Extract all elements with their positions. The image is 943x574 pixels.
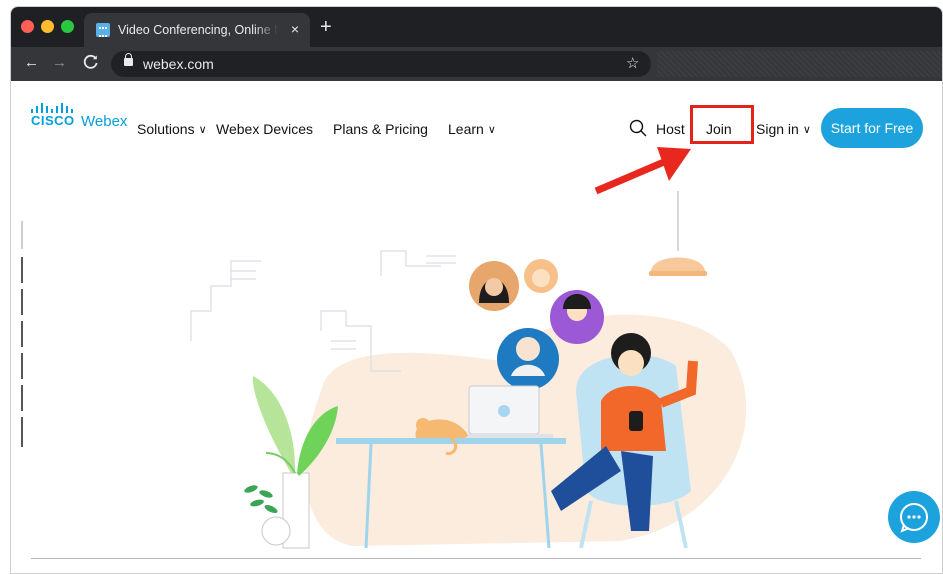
browser-toolbar: ← → webex.com ☆ [11, 47, 942, 81]
side-scroll-ticks [21, 221, 23, 447]
hero-illustration [190, 191, 747, 549]
chevron-down-icon: ∨ [198, 124, 207, 136]
tab-bar: Video Conferencing, Online Me × + [11, 7, 942, 47]
toolbar-extension-area [657, 51, 942, 77]
reload-icon[interactable] [83, 54, 99, 75]
search-icon[interactable] [629, 119, 647, 137]
sign-in-link[interactable]: Sign in ∨ [756, 121, 811, 137]
floor-line [31, 558, 921, 559]
chevron-down-icon: ∨ [487, 124, 496, 136]
start-for-free-button[interactable]: Start for Free [821, 108, 923, 148]
new-tab-icon[interactable]: + [320, 17, 332, 37]
logo-webex-text: Webex [81, 113, 128, 130]
webex-page: CISCO Webex Solutions ∨ Webex Devices Pla… [11, 81, 942, 573]
nav-plans-pricing[interactable]: Plans & Pricing [333, 121, 428, 137]
tab-title-fade [254, 21, 278, 39]
back-icon[interactable]: ← [24, 54, 39, 72]
join-link[interactable]: Join [706, 121, 732, 137]
chat-icon [900, 503, 928, 533]
browser-window: Video Conferencing, Online Me × + ← → we… [10, 6, 943, 574]
nav-learn[interactable]: Learn ∨ [448, 121, 496, 137]
zoom-window-button[interactable] [61, 20, 74, 33]
address-bar[interactable]: webex.com ☆ [111, 51, 651, 77]
minimize-window-button[interactable] [41, 20, 54, 33]
tab-close-icon[interactable]: × [287, 20, 303, 38]
lock-icon [124, 53, 133, 66]
close-window-button[interactable] [21, 20, 34, 33]
webex-favicon-icon [96, 23, 110, 37]
host-link[interactable]: Host [656, 121, 685, 137]
nav-solutions[interactable]: Solutions ∨ [137, 121, 207, 137]
nav-webex-devices[interactable]: Webex Devices [216, 121, 313, 137]
star-icon[interactable]: ☆ [626, 54, 639, 72]
forward-icon[interactable]: → [52, 54, 67, 72]
url-text: webex.com [143, 56, 214, 72]
chat-button[interactable] [888, 491, 940, 543]
chevron-down-icon: ∨ [802, 124, 811, 136]
browser-tab[interactable]: Video Conferencing, Online Me × [84, 13, 310, 47]
logo-cisco-text: CISCO [31, 113, 75, 128]
cisco-logo-bars [31, 103, 81, 113]
